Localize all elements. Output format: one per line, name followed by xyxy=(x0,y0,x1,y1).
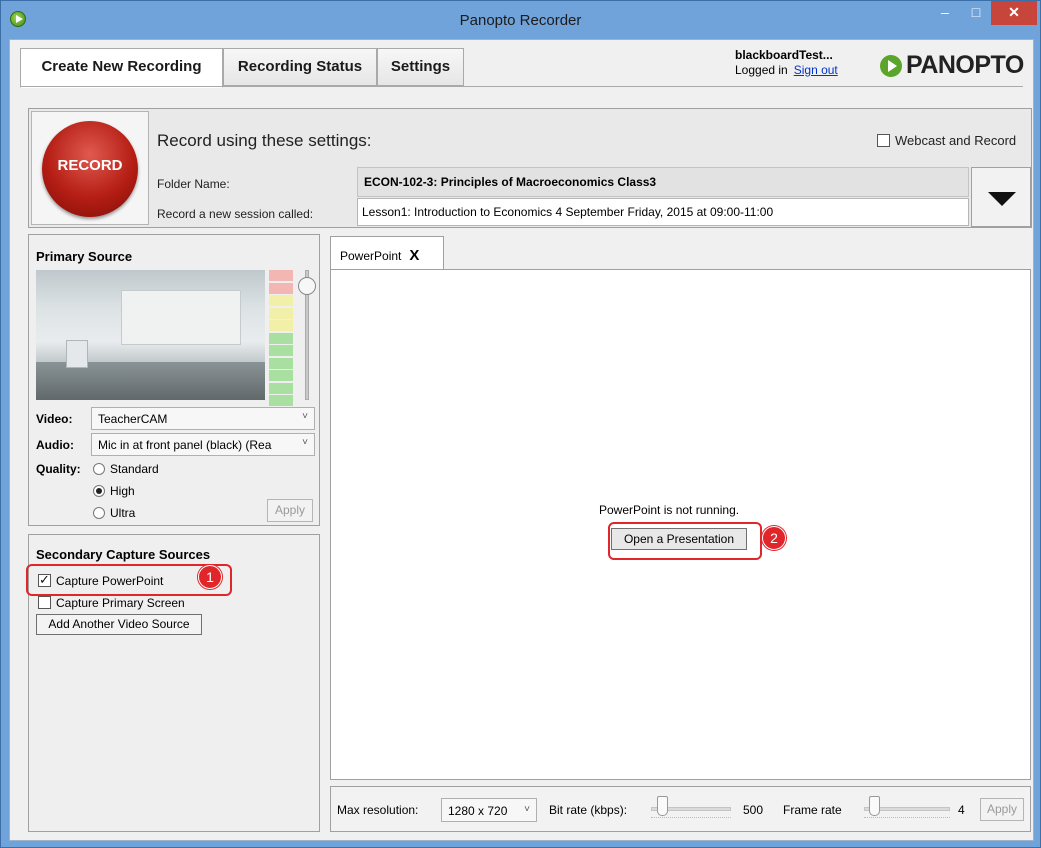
quality-ultra-label: Ultra xyxy=(110,506,136,520)
meter-segment xyxy=(269,282,293,294)
user-info: blackboardTest... Logged in Sign out xyxy=(735,48,838,78)
folder-name-label: Folder Name: xyxy=(157,177,230,191)
video-select-value: TeacherCAM xyxy=(98,412,168,426)
audio-gain-knob[interactable] xyxy=(298,277,316,295)
quality-ultra[interactable]: Ultra xyxy=(93,506,135,520)
video-label: Video: xyxy=(36,412,73,426)
radio-ultra[interactable] xyxy=(93,507,105,519)
tab-divider xyxy=(20,86,1023,87)
tab-settings[interactable]: Settings xyxy=(377,48,464,86)
maximize-button[interactable]: □ xyxy=(961,1,991,25)
bitrate-slider-knob[interactable] xyxy=(657,796,668,816)
close-tab-icon[interactable]: X xyxy=(409,247,419,264)
quality-apply-button[interactable]: Apply xyxy=(267,499,313,522)
meter-segment xyxy=(269,307,293,319)
chevron-down-icon: ˅ xyxy=(302,411,308,422)
max-resolution-value: 1280 x 720 xyxy=(448,804,508,818)
panopto-play-icon xyxy=(880,54,902,77)
login-status: Logged in xyxy=(735,63,788,77)
chevron-down-icon: ˅ xyxy=(302,437,308,448)
capture-screen-label: Capture Primary Screen xyxy=(56,596,185,610)
audio-select-value: Mic in at front panel (black) (Rea xyxy=(98,438,272,452)
preview-whiteboard xyxy=(121,290,241,345)
primary-source-title: Primary Source xyxy=(36,249,133,264)
callout-badge-1: 1 xyxy=(198,565,222,589)
webcast-label: Webcast and Record xyxy=(895,133,1017,148)
record-button[interactable]: RECORD xyxy=(42,121,138,217)
bitrate-value: 500 xyxy=(743,803,764,817)
framerate-label: Frame rate xyxy=(783,803,842,817)
powerpoint-tab-label: PowerPoint xyxy=(340,249,402,263)
folder-dropdown-button[interactable] xyxy=(971,167,1031,227)
capture-settings-bar: Max resolution: 1280 x 720 ˅ Bit rate (k… xyxy=(330,786,1031,832)
bitrate-label: Bit rate (kbps): xyxy=(549,803,628,817)
callout-badge-2: 2 xyxy=(762,526,786,550)
framerate-slider-ticks xyxy=(864,817,950,820)
quality-high[interactable]: High xyxy=(93,484,135,498)
title-bar: Panopto Recorder – □ ✕ xyxy=(1,1,1040,39)
primary-source-panel: Primary Source Video: TeacherCAM ˅ Audio… xyxy=(28,234,320,526)
video-select[interactable]: TeacherCAM ˅ xyxy=(91,407,315,430)
quality-standard-label: Standard xyxy=(110,462,159,476)
max-resolution-select[interactable]: 1280 x 720 ˅ xyxy=(441,798,537,822)
secondary-sources-title: Secondary Capture Sources xyxy=(36,547,211,562)
meter-segment xyxy=(269,332,293,344)
meter-segment xyxy=(269,357,293,369)
record-heading: Record using these settings: xyxy=(157,131,372,150)
meter-segment xyxy=(269,370,293,381)
capture-screen-checkbox[interactable] xyxy=(38,596,51,609)
meter-segment xyxy=(269,320,293,331)
close-button[interactable]: ✕ xyxy=(991,1,1037,25)
session-name-input[interactable]: Lesson1: Introduction to Economics 4 Sep… xyxy=(357,198,969,226)
quality-label: Quality: xyxy=(36,462,81,476)
camera-preview xyxy=(36,270,265,400)
framerate-value: 4 xyxy=(958,803,965,817)
minimize-button[interactable]: – xyxy=(930,1,960,25)
meter-segment xyxy=(269,345,293,356)
record-button-frame: RECORD xyxy=(31,111,149,225)
tab-powerpoint[interactable]: PowerPoint X xyxy=(330,236,444,270)
preview-object xyxy=(66,340,88,368)
folder-name-field[interactable]: ECON-102-3: Principles of Macroeconomics… xyxy=(357,167,969,197)
bitrate-slider-ticks xyxy=(651,817,731,820)
tab-create-new-recording[interactable]: Create New Recording xyxy=(20,48,223,88)
audio-label: Audio: xyxy=(36,438,74,452)
audio-select[interactable]: Mic in at front panel (black) (Rea ˅ xyxy=(91,433,315,456)
capture-apply-button[interactable]: Apply xyxy=(980,798,1024,821)
quality-high-label: High xyxy=(110,484,135,498)
add-video-source-button[interactable]: Add Another Video Source xyxy=(36,614,202,635)
quality-standard[interactable]: Standard xyxy=(93,462,159,476)
powerpoint-status-message: PowerPoint is not running. xyxy=(599,503,740,517)
session-name-label: Record a new session called: xyxy=(157,207,314,221)
tab-recording-status[interactable]: Recording Status xyxy=(223,48,377,86)
webcast-checkbox[interactable] xyxy=(877,134,890,147)
meter-segment xyxy=(269,270,293,281)
client-area: Create New Recording Recording Status Se… xyxy=(9,39,1034,841)
callout-box-2 xyxy=(608,522,762,560)
capture-screen-option[interactable]: Capture Primary Screen xyxy=(38,596,185,610)
audio-level-meter xyxy=(269,270,293,406)
meter-segment xyxy=(269,295,293,306)
record-panel: RECORD Record using these settings: Webc… xyxy=(28,108,1032,228)
meter-segment xyxy=(269,395,293,406)
webcast-option[interactable]: Webcast and Record xyxy=(877,133,1016,148)
meter-segment xyxy=(269,382,293,394)
radio-standard[interactable] xyxy=(93,463,105,475)
sign-out-link[interactable]: Sign out xyxy=(794,63,838,77)
logo-text: PANOPTO xyxy=(906,51,1024,79)
chevron-down-icon: ˅ xyxy=(524,804,530,815)
framerate-slider-knob[interactable] xyxy=(869,796,880,816)
radio-high[interactable] xyxy=(93,485,105,497)
window-title: Panopto Recorder xyxy=(459,12,582,29)
max-resolution-label: Max resolution: xyxy=(337,803,419,817)
user-name: blackboardTest... xyxy=(735,48,833,62)
recorder-window: Panopto Recorder – □ ✕ Create New Record… xyxy=(0,0,1041,848)
panopto-logo: PANOPTO xyxy=(880,51,1024,80)
